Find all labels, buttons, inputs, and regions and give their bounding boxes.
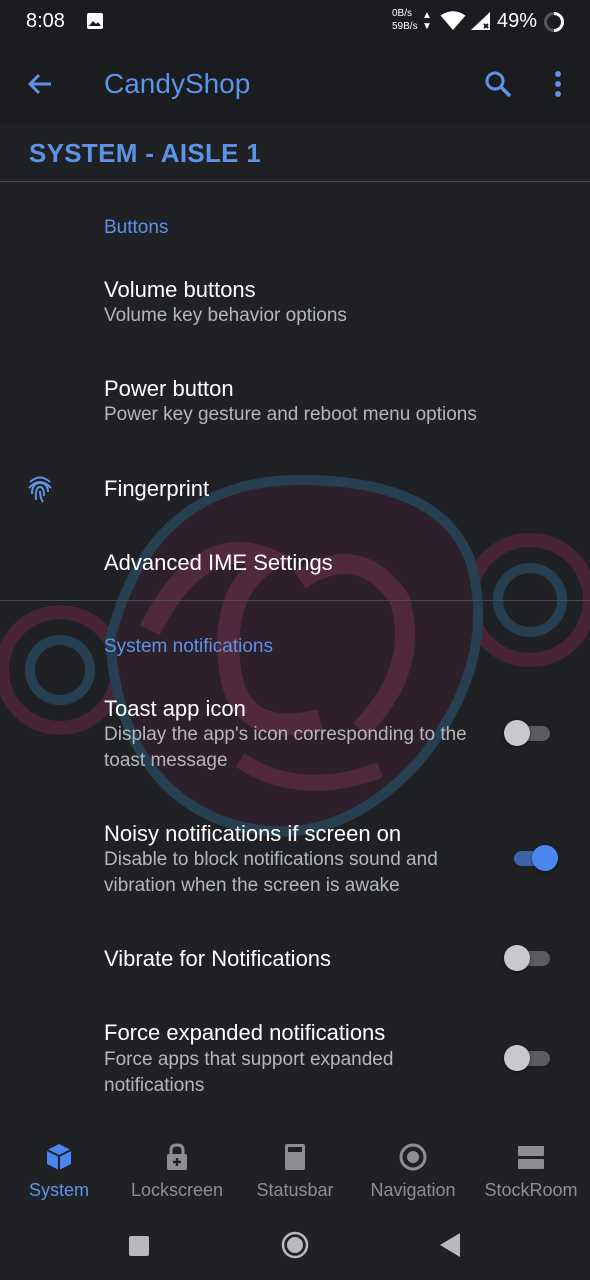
nav-tab-system[interactable]: System	[0, 1128, 118, 1218]
section-header: SYSTEM - AISLE 1	[29, 138, 262, 168]
net-up: 59B/s	[392, 21, 418, 32]
toggle-switch[interactable]	[504, 943, 554, 973]
toggle-switch[interactable]	[504, 1043, 554, 1073]
net-down: 0B/s	[392, 8, 413, 19]
wifi-icon	[440, 11, 466, 36]
statusbar-icon	[280, 1142, 310, 1172]
pref-title: Force expanded notifications	[104, 1020, 386, 1045]
arrow-back-icon[interactable]	[26, 70, 54, 103]
pref-summary: Power key gesture and reboot menu option…	[104, 404, 477, 425]
nav-tab-statusbar[interactable]: Statusbar	[236, 1128, 354, 1218]
fingerprint-icon	[26, 474, 54, 509]
pref-summary: Display the app's icon corresponding to …	[104, 724, 467, 771]
radio-circle-icon	[398, 1142, 428, 1172]
nav-label: System	[28, 1180, 89, 1200]
category-system-notifications: System notifications	[104, 636, 273, 657]
toggle-switch[interactable]	[504, 718, 554, 748]
bottom-navigation: System Lockscreen Statusbar Navigation S…	[0, 1128, 590, 1218]
candyshop-logo-watermark	[0, 474, 590, 837]
app-title: CandyShop	[104, 68, 251, 99]
nav-label: Lockscreen	[130, 1180, 224, 1200]
pref-title: Toast app icon	[104, 696, 246, 721]
system-navigation-bar	[0, 1218, 590, 1280]
pref-summary: Disable to block notifications sound and…	[104, 849, 438, 896]
pref-summary: Volume key behavior options	[104, 305, 347, 326]
pref-title: Advanced IME Settings	[104, 550, 333, 575]
nav-tab-lockscreen[interactable]: Lockscreen	[118, 1128, 236, 1218]
pref-title: Power button	[104, 376, 234, 401]
nav-label: Statusbar	[256, 1180, 334, 1200]
signal-icon	[470, 11, 492, 36]
back-button[interactable]	[438, 1232, 462, 1263]
recents-button[interactable]	[128, 1235, 150, 1262]
data-arrows-icon: ▲ ▼	[422, 10, 432, 32]
pref-title: Fingerprint	[104, 476, 210, 501]
divider	[0, 181, 590, 182]
image-icon	[86, 12, 104, 35]
status-time: 8:08	[26, 10, 65, 32]
divider	[0, 600, 590, 601]
network-speed: 0B/s 59B/s	[392, 7, 418, 33]
pref-title: Volume buttons	[104, 277, 256, 302]
nav-label: StockRoom	[484, 1180, 578, 1200]
nav-label: Navigation	[370, 1180, 456, 1200]
nav-tab-navigation[interactable]: Navigation	[354, 1128, 472, 1218]
cube-icon	[44, 1142, 74, 1172]
pref-title: Vibrate for Notifications	[104, 946, 332, 971]
category-buttons: Buttons	[104, 217, 169, 238]
nav-tab-stockroom[interactable]: StockRoom	[472, 1128, 590, 1218]
more-vert-icon[interactable]	[554, 70, 562, 103]
app-bar: CandyShop	[0, 44, 590, 124]
toggle-switch[interactable]	[504, 843, 558, 873]
pref-title: Noisy notifications if screen on	[104, 821, 402, 846]
battery-ring-icon	[543, 11, 565, 38]
status-bar: 8:08 0B/s 59B/s ▲ ▼ 49%	[0, 0, 590, 44]
pref-summary: Force apps that support expanded notific…	[104, 1049, 394, 1096]
home-button[interactable]	[281, 1231, 309, 1264]
search-icon[interactable]	[484, 70, 512, 103]
stockroom-icon	[516, 1142, 546, 1172]
battery-percent: 49%	[497, 10, 538, 32]
lock-icon	[162, 1142, 192, 1172]
